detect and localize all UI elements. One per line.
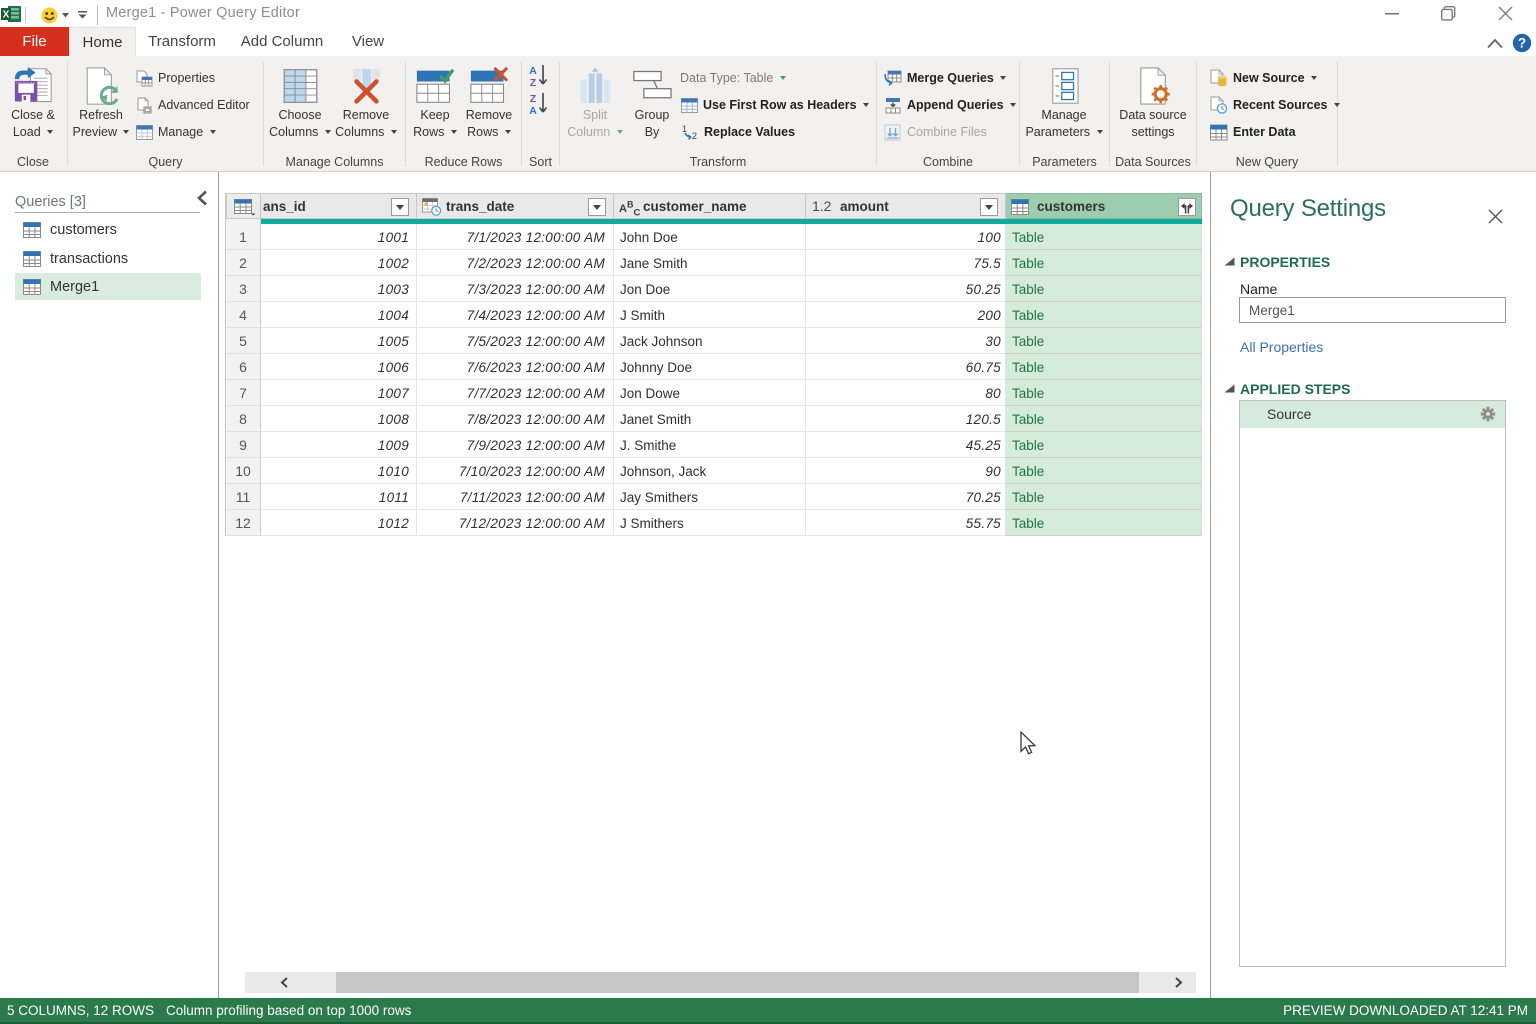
svg-text:A: A <box>619 203 627 215</box>
svg-text:A: A <box>529 65 537 77</box>
svg-text:?: ? <box>1518 36 1526 51</box>
svg-text:A: A <box>529 105 537 117</box>
svg-text:X: X <box>3 10 10 21</box>
svg-text:1: 1 <box>682 124 687 134</box>
svg-text:Z: Z <box>530 93 537 105</box>
svg-text:2: 2 <box>692 131 697 141</box>
svg-text:Z: Z <box>530 77 537 89</box>
svg-text:C: C <box>634 208 641 218</box>
